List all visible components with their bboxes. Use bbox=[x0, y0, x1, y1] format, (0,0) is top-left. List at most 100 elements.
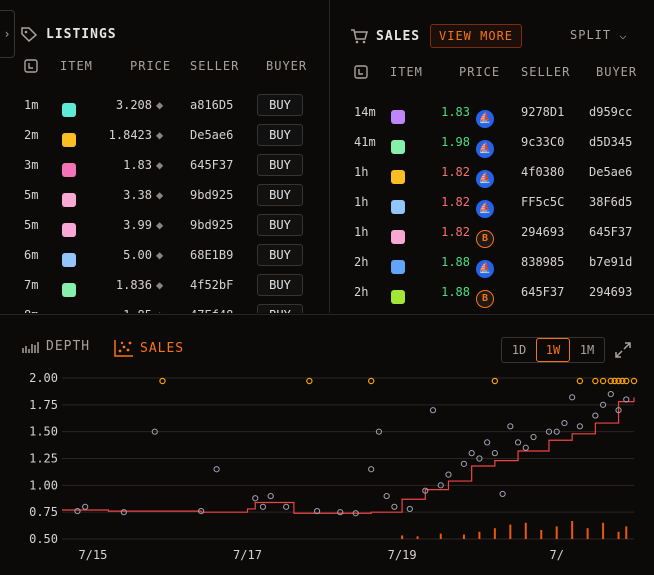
range-1d-button[interactable]: 1D bbox=[502, 338, 536, 362]
sale-item-thumbnail[interactable] bbox=[391, 187, 405, 217]
listing-seller[interactable]: De5ae6 bbox=[190, 120, 233, 150]
listings-col-item[interactable]: ITEM bbox=[60, 59, 93, 73]
sale-row[interactable]: 2h 1.88 B 645F37 294693 bbox=[330, 277, 654, 308]
sale-buyer[interactable]: 645F37 bbox=[589, 217, 632, 247]
sales-col-seller[interactable]: SELLER bbox=[521, 65, 570, 79]
listing-point bbox=[306, 377, 313, 385]
buy-button[interactable]: BUY bbox=[257, 124, 303, 146]
listing-item-thumbnail[interactable] bbox=[62, 150, 76, 180]
split-toggle[interactable]: SPLIT ⌵ bbox=[570, 28, 628, 42]
listing-item-thumbnail[interactable] bbox=[62, 270, 76, 300]
sales-col-item[interactable]: ITEM bbox=[390, 65, 423, 79]
listing-time: 1m bbox=[24, 98, 39, 112]
sale-row[interactable]: 41m 1.98 ⛵ 9c33C0 d5D345 bbox=[330, 127, 654, 158]
listing-item-thumbnail[interactable] bbox=[62, 180, 76, 210]
buy-button[interactable]: BUY bbox=[257, 184, 303, 206]
sale-buyer[interactable]: 294693 bbox=[589, 277, 632, 307]
sale-seller[interactable]: 9278D1 bbox=[521, 97, 564, 127]
sale-seller[interactable]: 645F37 bbox=[521, 277, 564, 307]
sale-row[interactable]: 1h 1.82 ⛵ FF5c5C 38F6d5 bbox=[330, 187, 654, 218]
listing-row[interactable]: 1m 3.208 ◆ a816D5 BUY bbox=[0, 90, 329, 120]
volume-bar bbox=[625, 526, 628, 539]
listing-row[interactable]: 7m 1.836 ◆ 4f52bF BUY bbox=[0, 270, 329, 300]
buy-button[interactable]: BUY bbox=[257, 274, 303, 296]
listing-item-thumbnail[interactable] bbox=[62, 210, 76, 240]
sale-time: 2h bbox=[354, 255, 369, 269]
listing-seller[interactable]: 645F37 bbox=[190, 150, 233, 180]
nft-avatar-icon bbox=[391, 290, 405, 304]
eth-icon: ◆ bbox=[156, 278, 164, 292]
listing-item-thumbnail[interactable] bbox=[62, 300, 76, 313]
tab-depth[interactable]: DEPTH bbox=[22, 339, 90, 354]
buy-button[interactable]: BUY bbox=[257, 154, 303, 176]
listing-item-thumbnail[interactable] bbox=[62, 120, 76, 150]
sale-item-thumbnail[interactable] bbox=[391, 277, 405, 307]
sale-buyer[interactable]: d5D345 bbox=[589, 127, 632, 157]
listing-row[interactable]: 6m 5.00 ◆ 68E1B9 BUY bbox=[0, 240, 329, 270]
sale-buyer[interactable]: b7e91d bbox=[589, 247, 632, 277]
sale-seller[interactable]: 294693 bbox=[521, 217, 564, 247]
sale-row[interactable]: 1h 1.82 B 294693 645F37 bbox=[330, 217, 654, 248]
view-more-button[interactable]: VIEW MORE bbox=[430, 24, 523, 48]
listings-col-seller[interactable]: SELLER bbox=[190, 59, 239, 73]
sale-item-thumbnail[interactable] bbox=[391, 307, 405, 313]
sale-buyer[interactable]: 38F6d5 bbox=[589, 187, 632, 217]
nft-avatar-icon bbox=[391, 110, 405, 124]
sale-point bbox=[592, 412, 599, 419]
buy-button[interactable]: BUY bbox=[257, 94, 303, 116]
listing-seller[interactable]: 9bd925 bbox=[190, 210, 233, 240]
listing-seller[interactable]: 68E1B9 bbox=[190, 240, 233, 270]
sale-point bbox=[368, 466, 375, 473]
sale-row[interactable]: 14m 1.83 ⛵ 9278D1 d959cc bbox=[330, 97, 654, 128]
listing-row[interactable]: 8m 1.85 ◆ 47Ef48 BUY bbox=[0, 300, 329, 313]
sale-seller[interactable]: 838985 bbox=[521, 247, 564, 277]
listing-row[interactable]: 5m 3.38 ◆ 9bd925 BUY bbox=[0, 180, 329, 210]
listing-row[interactable]: 2m 1.8423 ◆ De5ae6 BUY bbox=[0, 120, 329, 150]
sales-header: SALES bbox=[350, 28, 420, 44]
cart-icon bbox=[351, 29, 368, 44]
eth-icon: ◆ bbox=[156, 248, 164, 262]
listing-seller[interactable]: a816D5 bbox=[190, 90, 233, 120]
listing-seller[interactable]: 4f52bF bbox=[190, 270, 233, 300]
listing-seller[interactable]: 47Ef48 bbox=[190, 300, 233, 313]
listings-col-price[interactable]: PRICE bbox=[130, 59, 171, 73]
collapse-sidebar-button[interactable]: › bbox=[0, 10, 15, 58]
blur-icon: B bbox=[476, 230, 494, 248]
sale-seller[interactable]: 9c33C0 bbox=[521, 127, 564, 157]
range-1m-button[interactable]: 1M bbox=[570, 338, 604, 362]
sale-row[interactable]: 1h 1.82 ⛵ 4f0380 De5ae6 bbox=[330, 157, 654, 188]
listing-row[interactable]: 5m 3.99 ◆ 9bd925 BUY bbox=[0, 210, 329, 240]
range-1w-button[interactable]: 1W bbox=[536, 338, 570, 362]
sale-buyer[interactable]: d959cc bbox=[589, 97, 632, 127]
listing-item-thumbnail[interactable] bbox=[62, 240, 76, 270]
buy-button[interactable]: BUY bbox=[257, 244, 303, 266]
sale-row[interactable]: 2h 1.87 ⛵ bbox=[330, 307, 654, 313]
listing-time: 5m bbox=[24, 218, 39, 232]
sale-seller[interactable]: FF5c5C bbox=[521, 187, 564, 217]
sale-seller[interactable]: 4f0380 bbox=[521, 157, 564, 187]
buy-button[interactable]: BUY bbox=[257, 214, 303, 236]
sale-row[interactable]: 2h 1.88 ⛵ 838985 b7e91d bbox=[330, 247, 654, 278]
listings-col-buyer[interactable]: BUYER bbox=[266, 59, 307, 73]
sales-col-buyer[interactable]: BUYER bbox=[596, 65, 637, 79]
sales-col-price[interactable]: PRICE bbox=[459, 65, 500, 79]
sale-item-thumbnail[interactable] bbox=[391, 97, 405, 127]
listing-seller[interactable]: 9bd925 bbox=[190, 180, 233, 210]
sale-buyer[interactable]: De5ae6 bbox=[589, 157, 632, 187]
sale-point bbox=[82, 503, 89, 510]
sale-item-thumbnail[interactable] bbox=[391, 127, 405, 157]
listing-item-thumbnail[interactable] bbox=[62, 90, 76, 120]
y-tick-label: 1.75 bbox=[29, 398, 58, 412]
sale-item-thumbnail[interactable] bbox=[391, 247, 405, 277]
sales-scatter-chart[interactable]: 2.00 1.75 1.50 1.25 1.00 0.75 0.50 7/15 7/17 7/19… bbox=[0, 373, 654, 573]
sale-point bbox=[213, 466, 220, 473]
sale-item-thumbnail[interactable] bbox=[391, 217, 405, 247]
sale-point bbox=[74, 507, 81, 515]
listing-row[interactable]: 3m 1.83 ◆ 645F37 BUY bbox=[0, 150, 329, 180]
buy-button[interactable]: BUY bbox=[257, 304, 303, 313]
tab-sales[interactable]: SALES bbox=[114, 339, 184, 357]
expand-icon[interactable] bbox=[614, 341, 632, 359]
tag-icon bbox=[21, 27, 38, 42]
eth-icon: ◆ bbox=[156, 98, 164, 112]
sale-item-thumbnail[interactable] bbox=[391, 157, 405, 187]
